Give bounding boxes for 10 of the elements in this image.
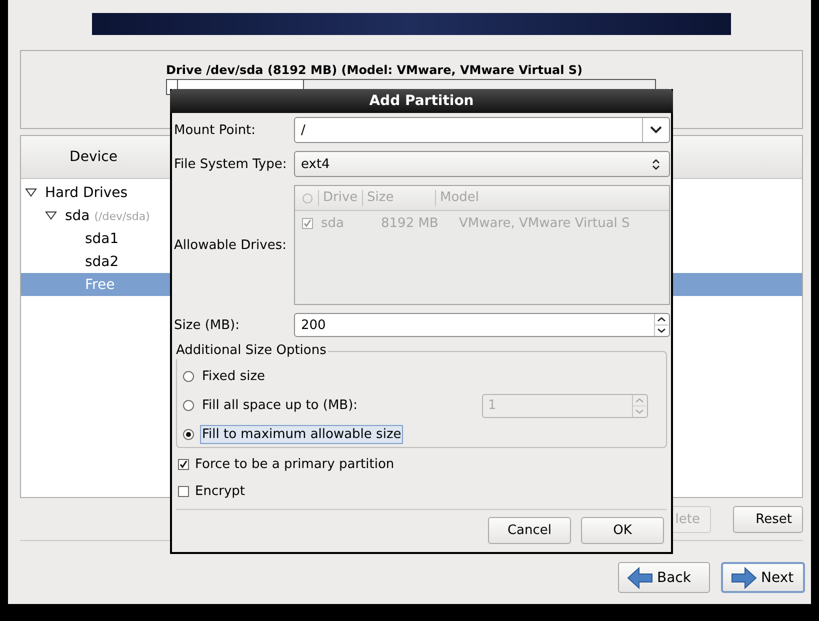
field-label: Size (MB):	[174, 318, 240, 332]
field-label: Allowable Drives:	[174, 238, 288, 252]
field-label: File System Type:	[174, 156, 288, 172]
group-title: Additional Size Options	[176, 343, 328, 359]
table-cell-text: VMware, VMware Virtual S	[458, 216, 630, 230]
table-cell-text: sda	[320, 216, 345, 230]
drive-title: Drive /dev/sda (8192 MB) (Model: VMware, VMware Virtual S)	[166, 63, 584, 77]
table-cell-text: 8192 MB	[380, 216, 440, 230]
dialog-title: Add Partition	[170, 89, 673, 113]
field-label: Mount Point:	[174, 122, 257, 138]
